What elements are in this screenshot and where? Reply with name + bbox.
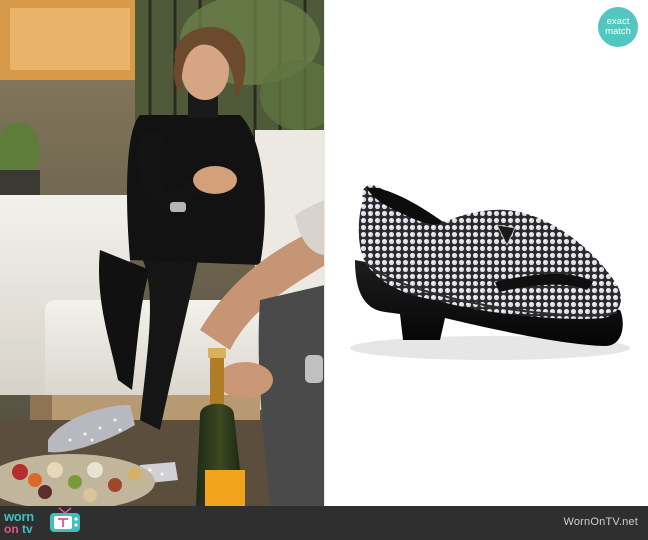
episode-photo-illustration bbox=[0, 0, 325, 506]
tv-icon bbox=[48, 506, 82, 538]
studded-loafer-illustration bbox=[350, 185, 630, 360]
badge-line2: match bbox=[605, 26, 631, 37]
logo-on-tv: on tv bbox=[4, 523, 33, 535]
product-photo bbox=[325, 0, 648, 506]
logo-on: on bbox=[4, 522, 19, 536]
site-url[interactable]: WornOnTV.net bbox=[563, 516, 638, 528]
logo-tv: tv bbox=[22, 522, 33, 536]
footer-bar bbox=[0, 506, 648, 540]
logo-wordmark: worn on tv bbox=[4, 508, 46, 536]
wornontv-logo[interactable]: worn on tv bbox=[4, 506, 84, 538]
episode-photo bbox=[0, 0, 325, 506]
exact-match-badge: exact match bbox=[598, 7, 638, 47]
